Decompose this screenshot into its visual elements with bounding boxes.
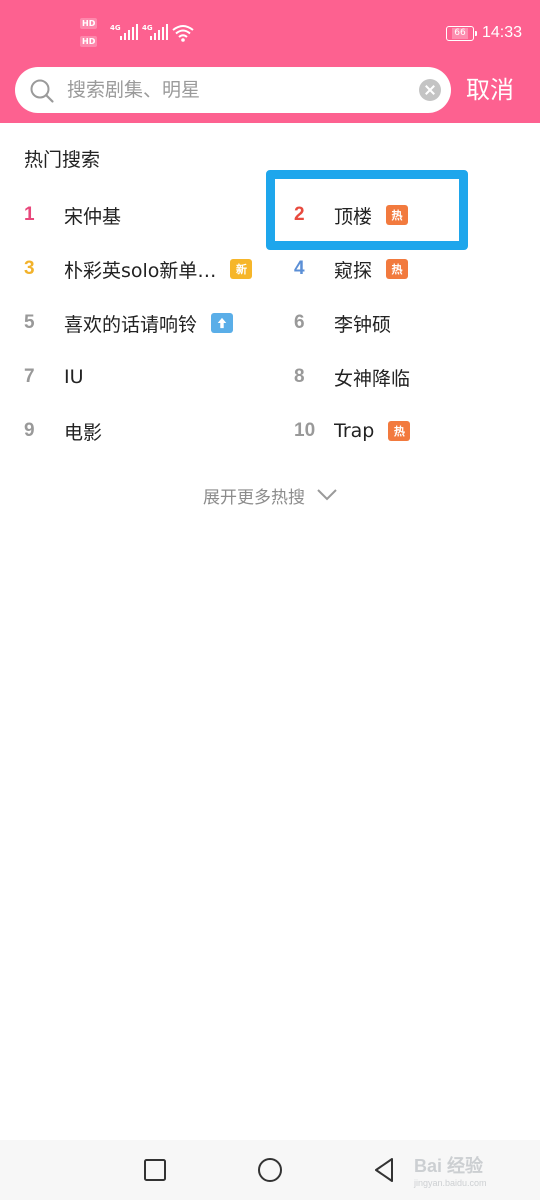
hot-search-item[interactable]: 5 喜欢的话请响铃 [24, 303, 234, 343]
hot-search-rank: 8 [294, 366, 305, 387]
hot-search-term: IU [64, 366, 84, 388]
rising-arrow-icon [211, 313, 234, 333]
hot-search-rank: 3 [24, 258, 35, 279]
hot-search-rank: 10 [294, 420, 316, 441]
hot-search-rank: 9 [24, 420, 35, 441]
hot-search-term: 宋仲基 [64, 205, 122, 228]
watermark-sub: jingyan.baidu.com [414, 1178, 487, 1188]
recent-apps-icon[interactable] [140, 1155, 170, 1185]
search-box[interactable] [15, 67, 451, 113]
expand-more-label: 展开更多热搜 [203, 487, 305, 508]
hot-search-rank: 6 [294, 312, 305, 333]
hd-badge: HD [80, 36, 98, 47]
hot-search-term: 女神降临 [334, 367, 411, 390]
hot-search-rank: 7 [24, 366, 35, 387]
hot-search-term: 李钟硕 [334, 313, 392, 336]
hot-search-title: 热门搜索 [24, 149, 101, 171]
back-icon[interactable] [370, 1155, 400, 1185]
expand-more-button[interactable]: 展开更多热搜 [0, 480, 540, 510]
clear-icon[interactable] [419, 79, 441, 101]
watermark-text: Bai 经验 [414, 1156, 484, 1176]
hot-search-item[interactable]: 8 女神降临 [294, 357, 410, 397]
hot-search-item[interactable]: 3 朴彩英solo新单… 新 [24, 249, 253, 289]
hot-search-item[interactable]: 6 李钟硕 [294, 303, 391, 343]
hot-search-rank: 1 [24, 204, 35, 225]
hd-badge: HD [80, 18, 98, 29]
highlight-annotation [266, 170, 468, 250]
header: HD HD 4G 4G 66 14:33 取消 [0, 0, 540, 123]
status-icons-right: 66 14:33 [445, 22, 522, 44]
search-icon [30, 79, 54, 103]
signal-icon [150, 24, 168, 40]
hot-search-item[interactable]: 9 电影 [24, 411, 102, 451]
hot-badge: 热 [386, 259, 409, 279]
hot-search-term: 喜欢的话请响铃 [64, 313, 198, 336]
watermark-logo: Bai 经验 jingyan.baidu.com [400, 1140, 510, 1198]
wifi-icon [172, 25, 194, 42]
hot-search-term: 朴彩英solo新单… [64, 259, 217, 282]
cancel-button[interactable]: 取消 [466, 70, 526, 110]
hot-search-item[interactable]: 10 Trap 热 [294, 411, 411, 451]
signal-icon [120, 24, 138, 40]
hot-search-term: 电影 [64, 421, 103, 444]
hot-search-rank: 5 [24, 312, 35, 333]
hot-badge: 热 [388, 421, 411, 441]
hot-search-term: Trap [334, 420, 375, 442]
status-time: 14:33 [481, 24, 522, 41]
hot-search-item[interactable]: 4 窥探热 [294, 249, 409, 289]
new-badge: 新 [230, 259, 253, 279]
search-input[interactable] [67, 67, 407, 113]
hot-search-item[interactable]: 1 宋仲基 [24, 195, 121, 235]
battery-level: 66 [452, 27, 468, 39]
hot-search-term: 窥探 [334, 259, 373, 282]
status-icons-left: HD HD 4G 4G [80, 18, 200, 54]
hot-search-rank: 4 [294, 258, 305, 279]
battery-icon: 66 [445, 25, 477, 41]
hot-search-item[interactable]: 7 IU [24, 357, 84, 397]
chevron-down-icon [317, 489, 337, 501]
home-icon[interactable] [255, 1155, 285, 1185]
